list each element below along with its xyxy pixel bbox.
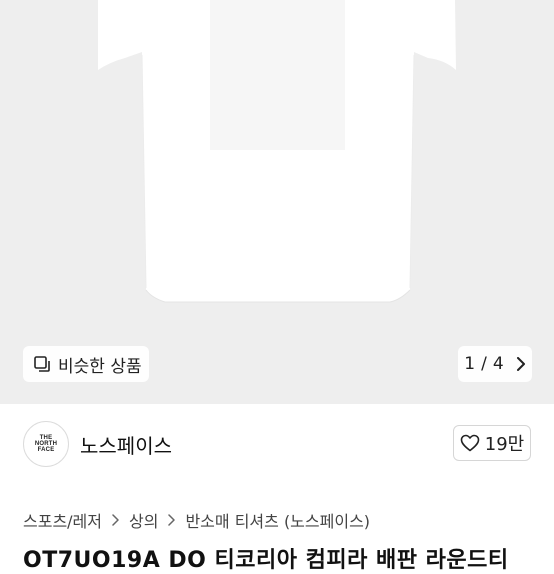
breadcrumb-item-sports[interactable]: 스포츠/레저 bbox=[23, 508, 102, 532]
heart-icon bbox=[460, 434, 480, 452]
seller-name[interactable]: 노스페이스 bbox=[80, 430, 172, 459]
chevron-right-icon bbox=[112, 514, 119, 526]
product-image-tshirt bbox=[98, 0, 456, 303]
seller-avatar[interactable]: THE NORTH FACE bbox=[23, 421, 69, 467]
chevron-right-icon bbox=[516, 357, 525, 371]
pager-current: 1 bbox=[464, 354, 476, 374]
product-image-carousel[interactable]: 비슷한 상품 1 / 4 bbox=[0, 0, 554, 404]
similar-items-label: 비슷한 상품 bbox=[58, 356, 142, 377]
breadcrumb-item-short-sleeve[interactable]: 반소매 티셔츠 (노스페이스) bbox=[185, 508, 370, 532]
pager-separator: / bbox=[481, 354, 487, 374]
pager-total: 4 bbox=[492, 354, 504, 374]
breadcrumb-item-tops[interactable]: 상의 bbox=[129, 508, 158, 532]
like-count: 19만 bbox=[484, 434, 525, 455]
logo-line-3: FACE bbox=[37, 447, 55, 453]
product-title: OT7UO19A DO 티코리아 컴피라 배판 라운드티 bbox=[23, 548, 509, 573]
like-button[interactable]: 19만 bbox=[453, 425, 531, 461]
breadcrumb: 스포츠/레저 상의 반소매 티셔츠 (노스페이스) bbox=[23, 508, 370, 532]
image-pager[interactable]: 1 / 4 bbox=[458, 346, 532, 382]
similar-items-button[interactable]: 비슷한 상품 bbox=[23, 346, 149, 382]
chevron-right-icon bbox=[168, 514, 176, 526]
similar-items-icon bbox=[34, 356, 50, 372]
